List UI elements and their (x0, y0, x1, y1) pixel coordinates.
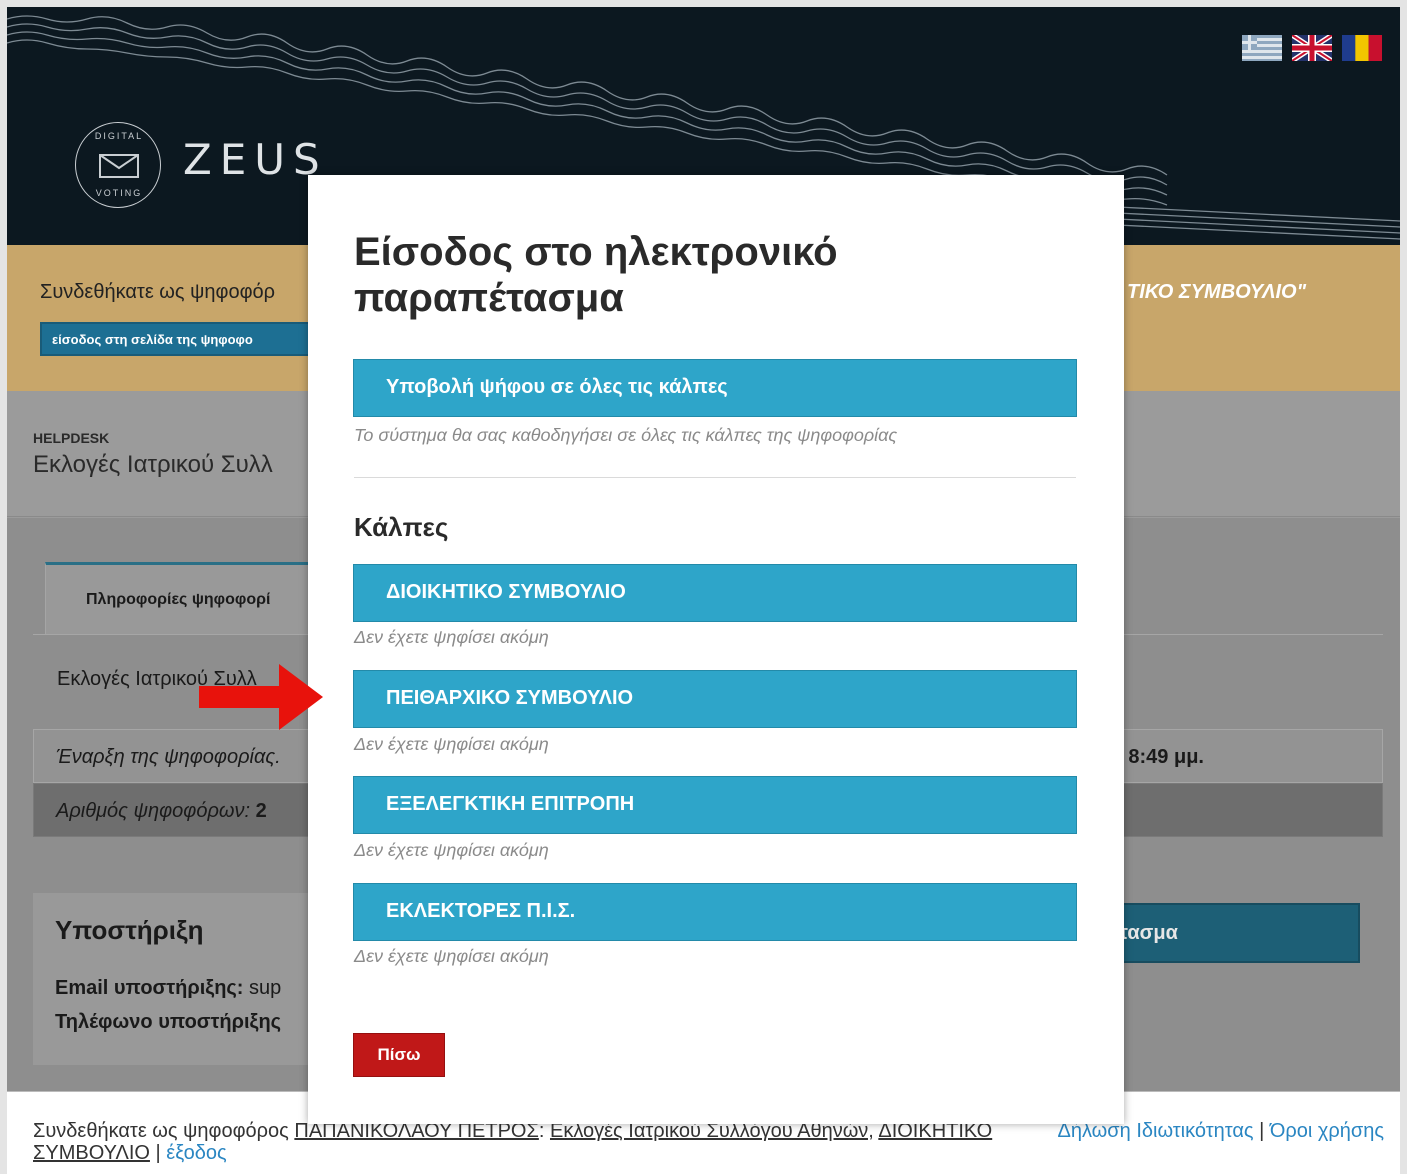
support-box: Υποστήριξη Email υποστήριξης: sup Τηλέφω… (33, 893, 333, 1065)
enter-booth-button[interactable]: τασμα (1097, 903, 1360, 963)
poll-status: Δεν έχετε ψηφίσει ακόμη (354, 627, 549, 647)
support-title: Υποστήριξη (55, 915, 204, 945)
breadcrumb-label: HELPDESK (33, 430, 110, 446)
greek-flag-icon[interactable] (1242, 35, 1282, 61)
poll-status: Δεν έχετε ψηφίσει ακόμη (354, 734, 549, 754)
modal-title: Είσοδος στο ηλεκτρονικό παραπέτασμα (354, 230, 838, 320)
poll-button-electors[interactable]: ΕΚΛΕΚΤΟΡΕΣ Π.Ι.Σ. (353, 883, 1077, 941)
poll-status: Δεν έχετε ψηφίσει ακόμη (354, 840, 549, 860)
voters-count-label: Αριθμός ψηφοφόρων: 2 (56, 800, 267, 822)
modal-divider (354, 477, 1076, 478)
zeus-logo-emblem: DIGITAL VOTING (75, 122, 161, 208)
logo-ring-top-text: DIGITAL (94, 131, 144, 141)
enter-voting-page-button[interactable]: είσοδος στη σελίδα της ψηφοφο (40, 322, 350, 356)
footer-voter-info: Συνδεθήκατε ως ψηφοφόρος ΠΑΠΑΝΙΚΟΛΑΟΥ ΠΕ… (33, 1120, 993, 1164)
poll-button-disciplinary[interactable]: ΠΕΙΘΑΡΧΙΚΟ ΣΥΜΒΟΥΛΙΟ (353, 670, 1077, 728)
poll-button-board[interactable]: ΔΙΟΙΚΗΤΙΚΟ ΣΥΜΒΟΥΛΙΟ (353, 564, 1077, 622)
voting-start-label: Έναρξη της ψηφοφορίας. (56, 746, 281, 768)
support-email-value[interactable]: sup (249, 977, 281, 999)
voting-start-value: 8:49 μμ. (1128, 746, 1204, 768)
support-email: Email υποστήριξης: sup (55, 977, 282, 999)
vote-all-polls-button[interactable]: Υποβολή ψήφου σε όλες τις κάλπες (353, 359, 1077, 417)
red-arrow-icon (199, 664, 323, 730)
browser-frame: DIGITAL VOTING ZEUS Συνδεθήκατε ως ψηφοφ… (7, 7, 1400, 1174)
poll-status: Δεν έχετε ψηφίσει ακόμη (354, 946, 549, 966)
tab-election-info[interactable]: Πληροφορίες ψηφοφορί (45, 562, 325, 634)
voter-poll-name: ΤΙΚΟ ΣΥΜΒΟΥΛΙΟ" (1127, 281, 1307, 303)
voting-booth-modal: Είσοδος στο ηλεκτρονικό παραπέτασμα Υποβ… (308, 175, 1124, 1124)
zeus-logo-text[interactable]: ZEUS (183, 135, 328, 184)
language-selector (1242, 35, 1382, 61)
back-button[interactable]: Πίσω (353, 1033, 445, 1077)
envelope-icon (99, 154, 139, 178)
voters-count-value: 2 (255, 800, 267, 822)
logout-link[interactable]: έξοδος (166, 1142, 226, 1164)
polls-heading: Κάλπες (354, 512, 449, 542)
terms-link[interactable]: Όροι χρήσης (1270, 1120, 1384, 1142)
uk-flag-icon[interactable] (1292, 35, 1332, 61)
logo-ring-bottom-text: VOTING (95, 188, 143, 198)
voter-login-message: Συνδεθήκατε ως ψηφοφόρ (40, 281, 276, 303)
page-title: Εκλογές Ιατρικού Συλλ (33, 451, 273, 478)
vote-all-polls-note: Το σύστημα θα σας καθοδηγήσει σε όλες τι… (354, 425, 898, 445)
support-phone: Τηλέφωνο υποστήριξης (55, 1011, 282, 1033)
poll-button-audit[interactable]: ΕΞΕΛΕΓΚΤΙΚΗ ΕΠΙΤΡΟΠΗ (353, 776, 1077, 834)
romanian-flag-icon[interactable] (1342, 35, 1382, 61)
